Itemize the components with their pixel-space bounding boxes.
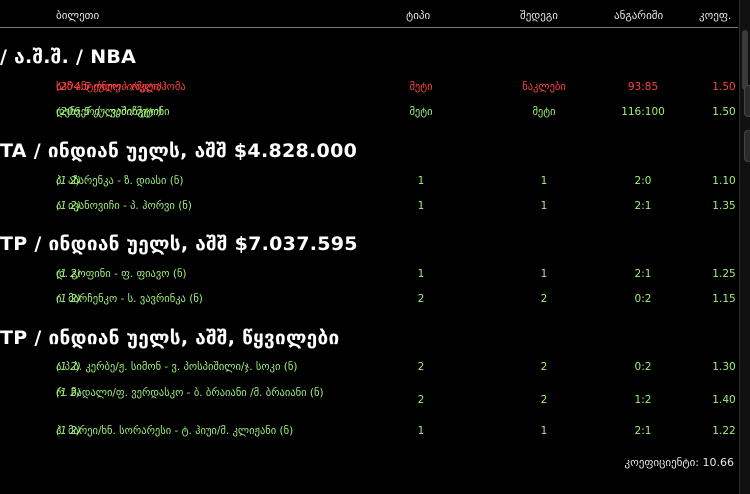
score-cell: 93:85 [627,81,659,93]
outcome-cell: მეტი [532,106,556,118]
type-cell: 1 [417,175,425,187]
outcome-cell: ნაკლები [522,81,566,93]
outcome-cell: 2 [540,361,548,373]
outcome-cell: 2 [540,293,548,305]
side-tab[interactable] [744,85,750,117]
group-title-atp-doubles: TP / ინდიან უელს, აშშ, წყვილები [0,327,340,349]
outcome-cell: 1 [540,200,548,212]
group-title-wta: TA / ინდიან უელს, აშშ $4.828.000 [0,140,358,162]
table-header: ბილეთი ტიპი შედეგი ანგარიში კოეფ. [0,3,738,28]
score-cell: 2:1 [634,268,652,280]
scrollbar-thumb[interactable] [742,30,748,90]
col-type-header: ტიპი [406,9,431,22]
outcome-cell: 1 [540,425,548,437]
group-title-atp: TP / ინდიან უელს, აშშ $7.037.595 [0,233,358,255]
total-odds: კოეფიციენტი: 10.66 [624,456,734,469]
score-cell: 2:1 [634,425,652,437]
type-cell: 1 [417,425,425,437]
type-cell: 2 [417,361,425,373]
col-outcome-header: შედეგი [520,9,558,22]
table-row: რ. ნადალი/ფ. ვერდასკო - ბ. ბრაიანი /მ. ბ… [0,386,738,416]
score-cell: 116:100 [621,106,665,118]
score-cell: 0:2 [634,293,652,305]
group-title-nba: / ა.შ.შ. / NBA [0,46,137,68]
col-score-header: ანგარიში [614,9,664,22]
outcome-cell: 1 [540,268,548,280]
score-cell: 2:0 [634,175,652,187]
outcome-cell: 1 [540,175,548,187]
outcome-cell: 2 [540,394,548,406]
type-cell: 1 [417,200,425,212]
col-odds-header: კოეფ. [699,9,732,22]
side-tab[interactable] [744,130,750,162]
type-cell: 2 [417,394,425,406]
col-ticket-header: ბილეთი [56,9,100,22]
type-cell: 2 [417,293,425,305]
type-cell: მეტი [409,106,433,118]
score-cell: 2:1 [634,200,652,212]
score-cell: 0:2 [634,361,652,373]
score-cell: 1:2 [634,394,652,406]
type-cell: 1 [417,268,425,280]
type-cell: მეტი [409,81,433,93]
